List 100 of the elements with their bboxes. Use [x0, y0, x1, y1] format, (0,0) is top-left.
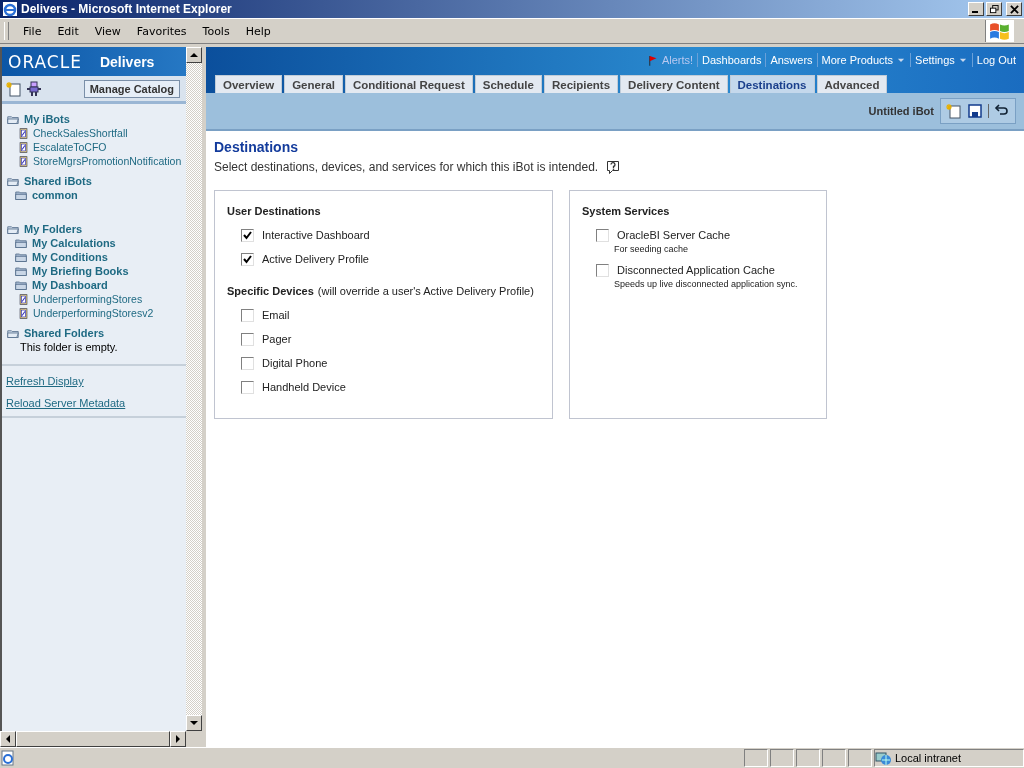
tab[interactable]: Destinations: [729, 75, 815, 93]
minimize-icon: [972, 11, 978, 13]
close-button[interactable]: [1006, 2, 1022, 16]
section-heading: User Destinations: [227, 205, 321, 217]
manage-catalog-button[interactable]: Manage Catalog: [83, 79, 180, 98]
down-arrow-icon: [190, 719, 198, 727]
menu-item[interactable]: Edit: [49, 24, 87, 38]
restore-button[interactable]: [986, 2, 1002, 16]
checkbox[interactable]: [596, 263, 609, 277]
menu-link[interactable]: More Products: [821, 54, 907, 66]
open-folder-icon: [6, 113, 20, 125]
ibot-item[interactable]: CheckSalesShortfall: [33, 127, 128, 139]
tab[interactable]: Overview: [215, 75, 283, 93]
folder-icon: [14, 251, 28, 263]
menu-item[interactable]: Tools: [194, 24, 238, 38]
checkbox-label[interactable]: Handheld Device: [262, 381, 346, 393]
minimize-button[interactable]: [968, 2, 984, 16]
globe-icon: [875, 750, 891, 766]
save-icon[interactable]: [967, 103, 983, 119]
window-title: Delivers - Microsoft Internet Explorer: [21, 2, 233, 16]
status-panel: [744, 749, 768, 767]
header-link[interactable]: Answers: [770, 54, 813, 66]
header-link[interactable]: Dashboards: [702, 54, 762, 66]
tab[interactable]: Conditional Request: [345, 75, 473, 93]
menu-link[interactable]: Settings: [915, 54, 968, 66]
horizontal-scrollbar[interactable]: [0, 731, 202, 747]
tree-section[interactable]: My iBots: [24, 113, 70, 125]
empty-note: This folder is empty.: [20, 341, 118, 353]
page-title: Destinations: [214, 139, 299, 155]
tree-section[interactable]: Shared iBots: [24, 175, 92, 187]
left-arrow-icon: [4, 735, 12, 743]
ibot-item[interactable]: UnderperformingStoresv2: [33, 307, 154, 319]
section-heading: Specific Devices: [227, 285, 314, 297]
checkbox-label[interactable]: Pager: [262, 333, 292, 345]
scroll-right-button[interactable]: [170, 731, 186, 747]
folder-item[interactable]: My Dashboard: [32, 279, 108, 291]
menu-item[interactable]: Help: [237, 24, 279, 38]
vertical-scrollbar[interactable]: [186, 47, 202, 731]
page-description: Select destinations, devices, and services for which this iBot is intended.: [214, 160, 599, 174]
checkbox-label[interactable]: Digital Phone: [262, 357, 328, 369]
checkbox[interactable]: [241, 252, 254, 266]
menu-item[interactable]: View: [86, 24, 129, 38]
checkbox-label[interactable]: Email: [262, 309, 290, 321]
folder-item[interactable]: My Conditions: [32, 251, 108, 263]
checkbox-label[interactable]: Active Delivery Profile: [262, 253, 369, 265]
checkbox[interactable]: [241, 356, 254, 370]
ibot-item[interactable]: EscalateToCFO: [33, 141, 107, 153]
folder-item[interactable]: My Briefing Books: [32, 265, 129, 277]
ibot-item[interactable]: UnderperformingStores: [33, 293, 143, 305]
header-link[interactable]: Log Out: [976, 54, 1016, 66]
open-folder-icon: [6, 175, 20, 187]
ibot-item[interactable]: StoreMgrsPromotionNotification: [33, 155, 182, 167]
section-heading: System Services: [582, 205, 670, 217]
security-zone: Local intranet: [895, 752, 962, 764]
open-folder-icon: [6, 327, 20, 339]
checkbox-label[interactable]: OracleBI Server Cache: [617, 229, 731, 241]
tab[interactable]: Delivery Content: [620, 75, 728, 93]
tab[interactable]: Advanced: [816, 75, 888, 93]
checkbox[interactable]: [241, 228, 254, 242]
robot-icon[interactable]: [26, 80, 42, 97]
status-panel: [770, 749, 794, 767]
ibot-document-icon: [18, 141, 29, 153]
menu-item[interactable]: Favorites: [128, 24, 195, 38]
status-panel: [848, 749, 872, 767]
status-panel: [796, 749, 820, 767]
option-hint: Speeds up live disconnected application sync.: [613, 279, 799, 289]
folder-icon: [14, 279, 28, 291]
ibot-document-icon: [18, 293, 29, 305]
folder-item[interactable]: common: [32, 189, 78, 201]
sidebar-link[interactable]: Reload Server Metadata: [6, 397, 126, 409]
right-arrow-icon: [174, 735, 182, 743]
checkbox[interactable]: [596, 228, 609, 242]
tab[interactable]: Recipients: [543, 75, 619, 93]
tab[interactable]: General: [284, 75, 343, 93]
ibot-name: Untitled iBot: [868, 105, 934, 117]
tree-section[interactable]: Shared Folders: [24, 327, 105, 339]
new-document-icon[interactable]: [946, 103, 962, 119]
checkbox-label[interactable]: Interactive Dashboard: [262, 229, 370, 241]
checkbox[interactable]: [241, 308, 254, 322]
scroll-down-button[interactable]: [186, 715, 202, 731]
help-icon[interactable]: [606, 160, 621, 174]
checkbox-label[interactable]: Disconnected Application Cache: [617, 264, 775, 276]
scroll-left-button[interactable]: [0, 731, 16, 747]
ibot-document-icon: [18, 155, 29, 167]
sidebar-link[interactable]: Refresh Display: [6, 375, 84, 387]
up-arrow-icon: [190, 51, 198, 59]
folder-item[interactable]: My Calculations: [32, 237, 116, 249]
scroll-up-button[interactable]: [186, 47, 202, 63]
folder-icon: [14, 265, 28, 277]
ibot-document-icon: [18, 307, 29, 319]
menu-item[interactable]: File: [15, 24, 50, 38]
checkbox[interactable]: [241, 332, 254, 346]
tab[interactable]: Schedule: [474, 75, 542, 93]
checkbox[interactable]: [241, 380, 254, 394]
tree-section[interactable]: My Folders: [24, 223, 83, 235]
product-title: Delivers: [99, 53, 155, 70]
oracle-logo: ORACLE: [8, 51, 82, 72]
section-note: (will override a user's Active Delivery Profile): [317, 285, 534, 297]
option-hint: For seeding cache: [613, 244, 690, 254]
folder-icon: [14, 189, 28, 201]
